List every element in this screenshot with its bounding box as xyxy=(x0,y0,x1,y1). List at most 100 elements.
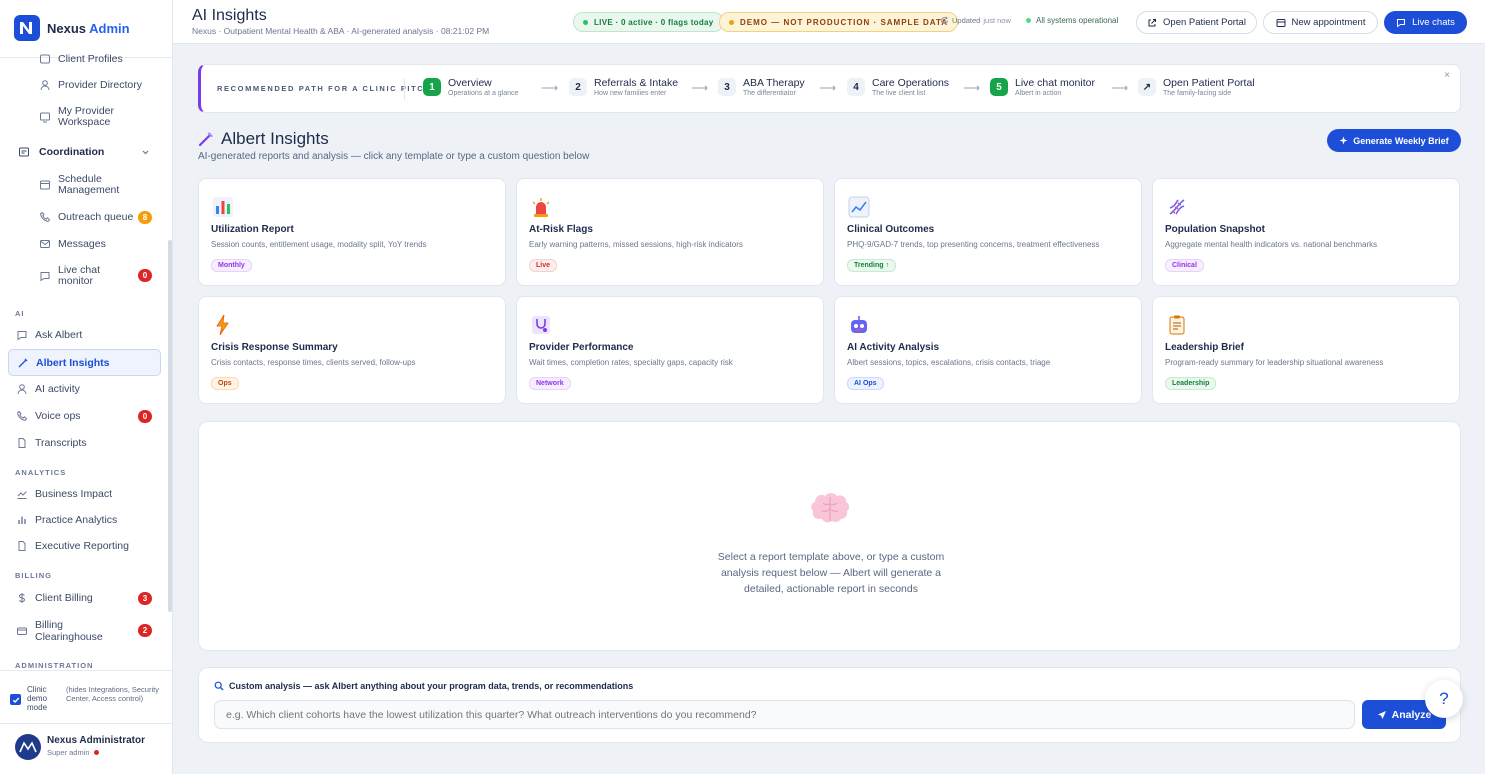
report-card-population-snapshot[interactable]: Population Snapshot Aggregate mental hea… xyxy=(1152,178,1460,286)
sidebar-item-outreach-queue[interactable]: Outreach queue 8 xyxy=(39,210,159,224)
user-name: Nexus Administrator xyxy=(47,735,145,746)
sidebar-item-label: Client Billing xyxy=(35,592,93,604)
sidebar-item-ask-albert[interactable]: Ask Albert xyxy=(16,328,172,342)
demo-mode-checkbox[interactable] xyxy=(10,694,21,705)
report-card-leadership-brief[interactable]: Leadership Brief Program-ready summary f… xyxy=(1152,296,1460,404)
sidebar-item-label: Live chat monitor xyxy=(58,264,101,287)
sidebar-item-label: Practice Analytics xyxy=(35,514,118,526)
path-step-referrals[interactable]: 2 Referrals & Intake How new families ent… xyxy=(569,77,678,97)
live-chats-button[interactable]: Live chats xyxy=(1384,11,1467,34)
path-step-overview[interactable]: 1 Overview Operations at a glance xyxy=(423,77,518,97)
sidebar-item-schedule-management[interactable]: Schedule Management xyxy=(39,172,129,198)
button-label: Live chats xyxy=(1412,17,1455,28)
step-title: ABA Therapy xyxy=(743,77,805,89)
arrow-right-icon: ⟶ xyxy=(691,81,709,95)
dna-icon xyxy=(1169,199,1185,215)
card-tag: Monthly xyxy=(211,259,252,272)
report-card-ai-activity[interactable]: AI Activity Analysis Albert sessions, to… xyxy=(834,296,1142,404)
bar-chart-icon xyxy=(213,197,233,217)
sidebar-group-coordination[interactable]: Coordination xyxy=(18,144,154,160)
open-patient-portal-button[interactable]: Open Patient Portal xyxy=(1136,11,1257,34)
button-label: Generate Weekly Brief xyxy=(1353,135,1449,146)
sidebar-item-messages[interactable]: Messages xyxy=(39,237,172,251)
demo-mode-toggle[interactable]: Clinic demo mode (hides Integrations, Se… xyxy=(10,683,170,719)
stethoscope-icon xyxy=(532,316,550,334)
section-label-billing: BILLING xyxy=(15,571,52,580)
sidebar-item-business-impact[interactable]: Business Impact xyxy=(16,487,172,501)
sidebar-item-label: Executive Reporting xyxy=(35,540,129,552)
report-card-crisis-response[interactable]: Crisis Response Summary Crisis contacts,… xyxy=(198,296,506,404)
robot-icon xyxy=(851,316,867,333)
generate-weekly-brief-button[interactable]: Generate Weekly Brief xyxy=(1327,129,1461,152)
live-status-pill: LIVE · 0 active · 0 flags today xyxy=(573,12,724,32)
demo-mode-label: Clinic demo mode xyxy=(27,685,48,712)
card-description: Albert sessions, topics, escalations, cr… xyxy=(847,358,1051,367)
sidebar-item-live-chat-monitor[interactable]: Live chat monitor 0 xyxy=(39,263,159,289)
step-subtitle: Albert in action xyxy=(1015,90,1062,97)
sidebar-item-my-provider-workspace[interactable]: My Provider Workspace xyxy=(39,104,139,130)
insights-title: Albert Insights xyxy=(221,129,329,148)
user-icon xyxy=(40,80,50,91)
updated-label: Updated xyxy=(952,16,981,25)
sidebar-item-label: Schedule Management xyxy=(58,173,120,196)
card-title: Provider Performance xyxy=(529,342,634,353)
card-title: Population Snapshot xyxy=(1165,224,1265,235)
report-card-provider-performance[interactable]: Provider Performance Wait times, complet… xyxy=(516,296,824,404)
sparkle-icon xyxy=(1339,136,1348,145)
report-card-utilization[interactable]: Utilization Report Session counts, entit… xyxy=(198,178,506,286)
path-label: RECOMMENDED PATH FOR A CLINIC PITCH xyxy=(217,84,432,93)
card-description: Session counts, entitlement usage, modal… xyxy=(211,240,427,249)
sidebar-item-client-billing[interactable]: Client Billing 3 xyxy=(16,591,156,605)
new-appointment-button[interactable]: New appointment xyxy=(1263,11,1378,34)
sidebar-item-albert-insights[interactable]: Albert Insights xyxy=(8,349,161,376)
clearinghouse-count-badge: 2 xyxy=(138,624,152,637)
arrow-right-icon: ⟶ xyxy=(819,81,837,95)
sidebar-item-label: Albert Insights xyxy=(36,356,110,369)
close-icon[interactable]: × xyxy=(1444,70,1450,81)
sidebar-item-client-profiles[interactable]: Client Profiles xyxy=(39,52,172,66)
sidebar-item-transcripts[interactable]: Transcripts xyxy=(16,436,172,450)
custom-analysis-input[interactable] xyxy=(214,700,1355,729)
nexus-logo-icon xyxy=(14,15,40,41)
sidebar-item-ai-activity[interactable]: AI activity xyxy=(16,382,172,396)
card-tag: Leadership xyxy=(1165,377,1217,390)
step-number: 3 xyxy=(718,78,736,96)
card-tag: AI Ops xyxy=(847,377,884,390)
path-step-open-patient-portal[interactable]: ↗ Open Patient Portal The family-facing s… xyxy=(1138,77,1255,97)
card-title: At-Risk Flags xyxy=(529,224,593,235)
refresh-icon xyxy=(941,16,948,24)
report-card-at-risk-flags[interactable]: At-Risk Flags Early warning patterns, mi… xyxy=(516,178,824,286)
sidebar-item-billing-clearinghouse[interactable]: Billing Clearinghouse 2 xyxy=(16,618,156,644)
phone-icon xyxy=(40,211,51,222)
brand[interactable]: Nexus Admin xyxy=(14,15,130,41)
sidebar-item-practice-analytics[interactable]: Practice Analytics xyxy=(16,513,172,527)
button-label: Open Patient Portal xyxy=(1163,17,1246,28)
report-card-clinical-outcomes[interactable]: Clinical Outcomes PHQ-9/GAD-7 trends, to… xyxy=(834,178,1142,286)
user-icon xyxy=(17,384,27,395)
bar-chart-icon xyxy=(18,516,26,524)
sidebar-item-label: Voice ops xyxy=(35,410,81,422)
path-step-live-chat-monitor[interactable]: 5 Live chat monitor Albert in action xyxy=(990,77,1095,97)
path-step-aba-therapy[interactable]: 3 ABA Therapy The differentiator xyxy=(718,77,805,97)
sidebar-item-label: Transcripts xyxy=(35,437,87,449)
sidebar-item-voice-ops[interactable]: Voice ops 0 xyxy=(16,409,156,423)
brain-icon xyxy=(811,493,849,523)
sidebar-item-executive-reporting[interactable]: Executive Reporting xyxy=(16,539,172,553)
divider xyxy=(0,670,173,671)
card-icon xyxy=(17,627,27,635)
demo-mode-note: (hides Integrations, Security Center, Ac… xyxy=(66,685,159,703)
recommended-path-banner: RECOMMENDED PATH FOR A CLINIC PITCH 1 Ov… xyxy=(198,64,1461,113)
help-button[interactable]: ? xyxy=(1425,680,1463,718)
user-profile[interactable]: Nexus Administrator Super admin xyxy=(15,734,165,760)
card-description: PHQ-9/GAD-7 trends, top presenting conce… xyxy=(847,240,1100,249)
mail-icon xyxy=(40,240,50,248)
chevron-down-icon[interactable] xyxy=(141,148,150,157)
card-description: Crisis contacts, response times, clients… xyxy=(211,358,416,367)
path-step-care-operations[interactable]: 4 Care Operations The live client list xyxy=(847,77,949,97)
divider xyxy=(404,78,405,100)
step-title: Live chat monitor xyxy=(1015,77,1095,89)
sidebar-item-label: Ask Albert xyxy=(35,329,83,341)
step-title: Overview xyxy=(448,77,492,89)
sidebar-item-provider-directory[interactable]: Provider Directory xyxy=(39,78,172,92)
sidebar-scrollbar[interactable] xyxy=(168,240,172,612)
